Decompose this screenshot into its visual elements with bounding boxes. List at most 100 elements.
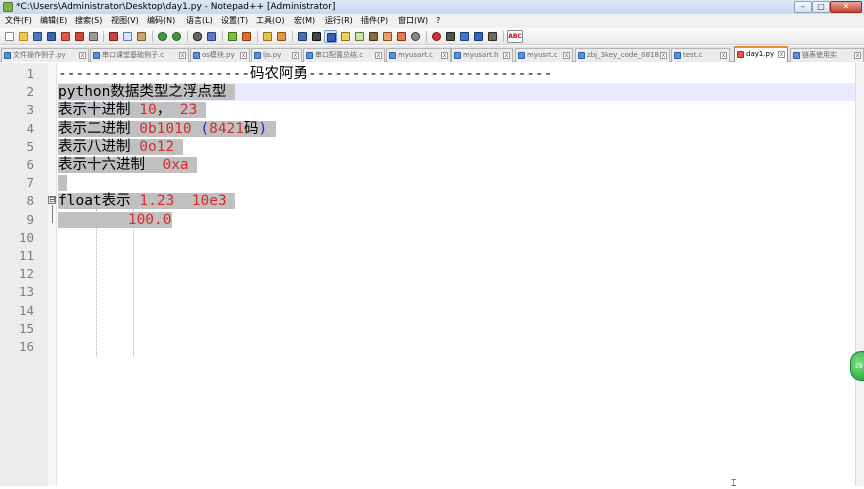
menu-settings[interactable]: 设置(T) — [221, 14, 248, 28]
line-number: 13 — [18, 284, 34, 300]
user-defined-language-icon[interactable] — [339, 30, 352, 43]
find-icon[interactable] — [191, 30, 204, 43]
code-token: 0o12 — [139, 138, 175, 155]
menu-encoding[interactable]: 编码(N) — [147, 14, 175, 28]
paste-icon[interactable] — [135, 30, 148, 43]
menu-run[interactable]: 运行(R) — [325, 14, 353, 28]
replace-icon[interactable] — [205, 30, 218, 43]
undo-icon[interactable] — [156, 30, 169, 43]
line-number: 4 — [26, 120, 34, 136]
tab-close-icon[interactable]: x — [503, 52, 510, 59]
tab-close-icon[interactable]: x — [240, 52, 247, 59]
notepadpp-app-icon[interactable] — [3, 2, 13, 12]
tab-file[interactable]: myusrt.c x — [515, 48, 573, 62]
code-line[interactable]: 表示十六进制 0xa — [58, 156, 198, 174]
new-file-icon[interactable] — [3, 30, 16, 43]
redo-icon[interactable] — [170, 30, 183, 43]
record-macro-icon[interactable] — [430, 30, 443, 43]
tab-active[interactable]: day1.py x — [734, 46, 788, 62]
save-icon[interactable] — [31, 30, 44, 43]
code-token: float表示 — [58, 193, 140, 210]
tab-close-icon[interactable]: x — [79, 52, 86, 59]
menu-plugins[interactable]: 插件(P) — [361, 14, 388, 28]
code-line[interactable]: ----------------------码农阿勇--------------… — [58, 65, 553, 83]
tab-close-icon[interactable]: x — [375, 52, 382, 59]
fold-toggle-icon[interactable]: ⊟ — [48, 196, 56, 204]
stop-recording-icon[interactable] — [444, 30, 457, 43]
print-icon[interactable] — [87, 30, 100, 43]
menu-tools[interactable]: 工具(O) — [256, 14, 285, 28]
function-list-icon[interactable] — [367, 30, 380, 43]
sync-horizontal-icon[interactable] — [275, 30, 288, 43]
spell-check-icon[interactable]: ABC — [507, 30, 523, 43]
editor[interactable]: 1 2 3 4 5 6 7 8 9 10 11 12 13 14 15 16 ⊟ --------------… — [0, 63, 864, 489]
tab-file[interactable]: 文件操作例子.py x — [1, 48, 89, 62]
code-line[interactable] — [58, 174, 67, 192]
menu-help[interactable]: ? — [436, 14, 440, 28]
word-wrap-icon[interactable] — [296, 30, 309, 43]
menu-file[interactable]: 文件(F) — [5, 14, 32, 28]
zoom-out-icon[interactable] — [240, 30, 253, 43]
tab-file[interactable]: ljs.py x — [251, 48, 302, 62]
indent-guide-icon[interactable] — [324, 30, 337, 43]
save-all-icon[interactable] — [45, 30, 58, 43]
menu-language[interactable]: 语言(L) — [186, 14, 213, 28]
sync-vertical-icon[interactable] — [261, 30, 274, 43]
close-button[interactable]: ✕ — [830, 1, 862, 13]
line-number: 10 — [18, 229, 34, 245]
cut-icon[interactable] — [107, 30, 120, 43]
menu-macro[interactable]: 宏(M) — [294, 14, 315, 28]
tab-file[interactable]: test.c x — [671, 48, 730, 62]
tab-close-icon[interactable]: x — [563, 52, 570, 59]
code-token: ----------------------码农阿勇--------------… — [58, 66, 553, 82]
minimize-button[interactable]: – — [794, 1, 812, 13]
zoom-in-icon[interactable] — [226, 30, 239, 43]
tab-close-icon[interactable]: x — [854, 52, 861, 59]
playback-macro-icon[interactable] — [458, 30, 471, 43]
maximize-button[interactable]: □ — [812, 1, 830, 13]
code-line[interactable]: 表示二进制 0b1010 (8421码) — [58, 120, 276, 138]
vertical-scrollbar[interactable] — [855, 63, 864, 486]
tab-file[interactable]: os模块.py x — [190, 48, 250, 62]
line-number: 3 — [26, 102, 34, 118]
floating-network-badge[interactable]: 29 — [850, 351, 864, 381]
copy-icon[interactable] — [121, 30, 134, 43]
folder-workspace-icon[interactable] — [381, 30, 394, 43]
tab-file[interactable]: 串口配置总结.c x — [303, 48, 385, 62]
code-line[interactable]: 100.0 — [58, 211, 172, 229]
close-all-icon[interactable] — [73, 30, 86, 43]
menu-search[interactable]: 搜索(S) — [75, 14, 102, 28]
code-token: 表示八进制 — [58, 138, 140, 155]
tab-file[interactable]: zbj_3key_code_0818.c x — [575, 48, 670, 62]
document-map-icon[interactable] — [353, 30, 366, 43]
focus-mode-icon[interactable] — [409, 30, 422, 43]
line-number: 7 — [26, 175, 34, 191]
menu-view[interactable]: 视图(V) — [111, 14, 139, 28]
tab-file[interactable]: 串口课堂基础例子.c x — [90, 48, 189, 62]
code-token — [197, 102, 207, 119]
tab-file[interactable]: myusart.h x — [451, 48, 513, 62]
menu-edit[interactable]: 编辑(E) — [40, 14, 67, 28]
tab-close-icon[interactable]: x — [292, 52, 299, 59]
code-line[interactable]: 表示八进制 0o12 — [58, 138, 183, 156]
code-line[interactable]: python数据类型之浮点型 — [58, 83, 236, 101]
tab-close-icon[interactable]: x — [720, 52, 727, 59]
code-line[interactable]: 表示十进制 10， 23 — [58, 101, 207, 119]
save-macro-icon[interactable] — [486, 30, 499, 43]
show-all-chars-icon[interactable] — [310, 30, 323, 43]
tab-close-icon[interactable]: x — [660, 52, 667, 59]
file-tab-icon — [454, 52, 461, 59]
tab-close-icon[interactable]: x — [179, 52, 186, 59]
tab-file[interactable]: 链表使用实 x — [790, 48, 864, 62]
file-tab-icon — [578, 52, 585, 59]
tab-close-icon[interactable]: x — [778, 51, 785, 58]
code-line[interactable]: float表示 1.23 10e3 — [58, 192, 236, 210]
tab-file[interactable]: myusart.c x — [386, 48, 451, 62]
fold-margin[interactable] — [48, 63, 57, 486]
monitoring-icon[interactable] — [395, 30, 408, 43]
run-macro-multiple-icon[interactable] — [472, 30, 485, 43]
tab-close-icon[interactable]: x — [441, 52, 448, 59]
close-file-icon[interactable] — [59, 30, 72, 43]
menu-window[interactable]: 窗口(W) — [398, 14, 428, 28]
open-file-icon[interactable] — [17, 30, 30, 43]
